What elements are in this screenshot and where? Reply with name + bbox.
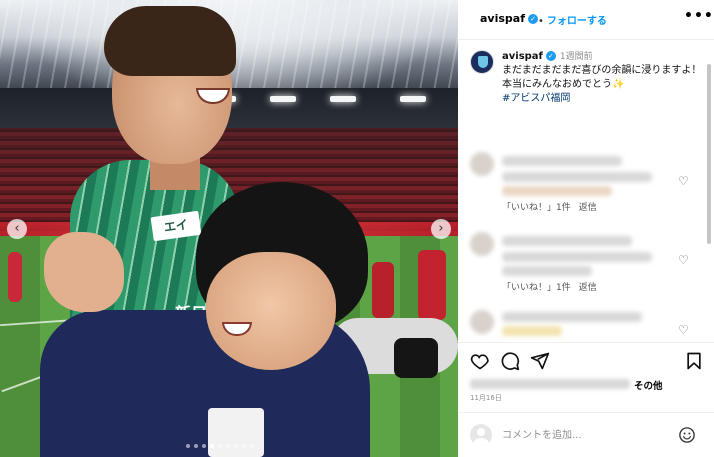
post-header: avispaf ✓ • フォローする ••• xyxy=(458,0,714,40)
reply-button[interactable]: 返信 xyxy=(579,203,597,213)
header-separator: • xyxy=(538,16,544,27)
hand xyxy=(44,232,124,312)
carousel-dot xyxy=(218,444,222,448)
verified-badge-icon: ✓ xyxy=(528,14,538,24)
prev-photo-button[interactable]: ‹ xyxy=(7,219,27,239)
follow-button[interactable]: • フォローする xyxy=(538,12,607,27)
carousel-dot xyxy=(250,444,254,448)
comment-heart-icon[interactable]: ♡ xyxy=(678,324,690,336)
header-username[interactable]: avispaf xyxy=(480,12,525,25)
more-icon[interactable]: ••• xyxy=(684,8,714,24)
caption-line: 本当にみんなおめでとう✨ xyxy=(502,79,625,90)
verified-badge-icon: ✓ xyxy=(545,51,556,61)
stadium-light xyxy=(400,96,426,102)
emoji-icon[interactable] xyxy=(678,426,696,444)
likes-text-blurred xyxy=(470,379,630,389)
comment-bar xyxy=(458,412,714,457)
staff-face xyxy=(206,252,336,370)
player-hair xyxy=(104,6,236,76)
post-sidebar: avispaf ✓ • フォローする ••• avispaf ✓ 1週間前 まだまだまだ… xyxy=(458,0,714,457)
background-person xyxy=(8,252,22,302)
header-user[interactable]: avispaf ✓ xyxy=(480,12,538,25)
carousel-dot-active xyxy=(210,444,214,448)
post-date[interactable]: 11月16日 xyxy=(470,393,502,403)
caption-username[interactable]: avispaf xyxy=(502,51,543,62)
carousel-dot xyxy=(242,444,246,448)
carousel-dot xyxy=(234,444,238,448)
caption-line: まだまだまだまだ喜びの余韻に浸りますよ！ xyxy=(502,65,702,76)
comment-heart-icon[interactable]: ♡ xyxy=(678,175,690,187)
comment-avatar[interactable] xyxy=(470,310,494,334)
comment-heart-icon[interactable]: ♡ xyxy=(678,254,690,266)
post-photo[interactable]: エイ KA 新日 B ‹ › xyxy=(0,0,458,457)
comment-meta: 「いいね！」1件 返信 xyxy=(502,280,605,293)
background-person xyxy=(372,262,394,318)
reply-button[interactable]: 返信 xyxy=(579,283,597,293)
share-icon[interactable] xyxy=(530,351,550,371)
comment-text-blurred xyxy=(502,156,622,166)
comment-text-blurred xyxy=(502,312,642,322)
carousel-dot xyxy=(202,444,206,448)
likes-row[interactable]: その他 xyxy=(470,378,702,392)
lanyard-card xyxy=(208,408,264,457)
comment-text-blurred xyxy=(502,252,652,262)
carousel-dots xyxy=(186,444,254,448)
avatar[interactable] xyxy=(470,50,494,74)
action-bar xyxy=(458,342,714,378)
next-photo-button[interactable]: › xyxy=(431,219,451,239)
wrist-band xyxy=(394,338,438,378)
user-avatar xyxy=(470,424,492,446)
comment-avatar[interactable] xyxy=(470,152,494,176)
comment-icon[interactable] xyxy=(500,351,520,371)
comment-input[interactable] xyxy=(502,427,662,443)
hashtag-link[interactable]: #アビスパ福岡 xyxy=(502,92,702,106)
comment-meta: 「いいね！」1件 返信 xyxy=(502,200,605,213)
heart-icon[interactable] xyxy=(470,351,490,371)
comment-text-blurred xyxy=(502,236,632,246)
carousel-dot xyxy=(186,444,190,448)
follow-label[interactable]: フォローする xyxy=(547,16,607,27)
comment-text-blurred xyxy=(502,326,562,336)
comment-text-blurred xyxy=(502,186,612,196)
bookmark-icon[interactable] xyxy=(684,351,704,371)
likes-other[interactable]: その他 xyxy=(634,378,663,392)
carousel-dot xyxy=(226,444,230,448)
background-person xyxy=(418,250,446,320)
stadium-light xyxy=(270,96,296,102)
scrollbar[interactable] xyxy=(707,64,711,244)
comment-likes[interactable]: 「いいね！」1件 xyxy=(502,283,571,293)
stadium-light xyxy=(330,96,356,102)
caption-time[interactable]: 1週間前 xyxy=(560,52,593,62)
comment-likes[interactable]: 「いいね！」1件 xyxy=(502,203,571,213)
comment-text-blurred xyxy=(502,266,592,276)
comment-avatar[interactable] xyxy=(470,232,494,256)
carousel-dot xyxy=(194,444,198,448)
caption: avispaf ✓ 1週間前 まだまだまだまだ喜びの余韻に浸りますよ！ 本当にみんな… xyxy=(502,50,702,106)
comment-text-blurred xyxy=(502,172,652,182)
